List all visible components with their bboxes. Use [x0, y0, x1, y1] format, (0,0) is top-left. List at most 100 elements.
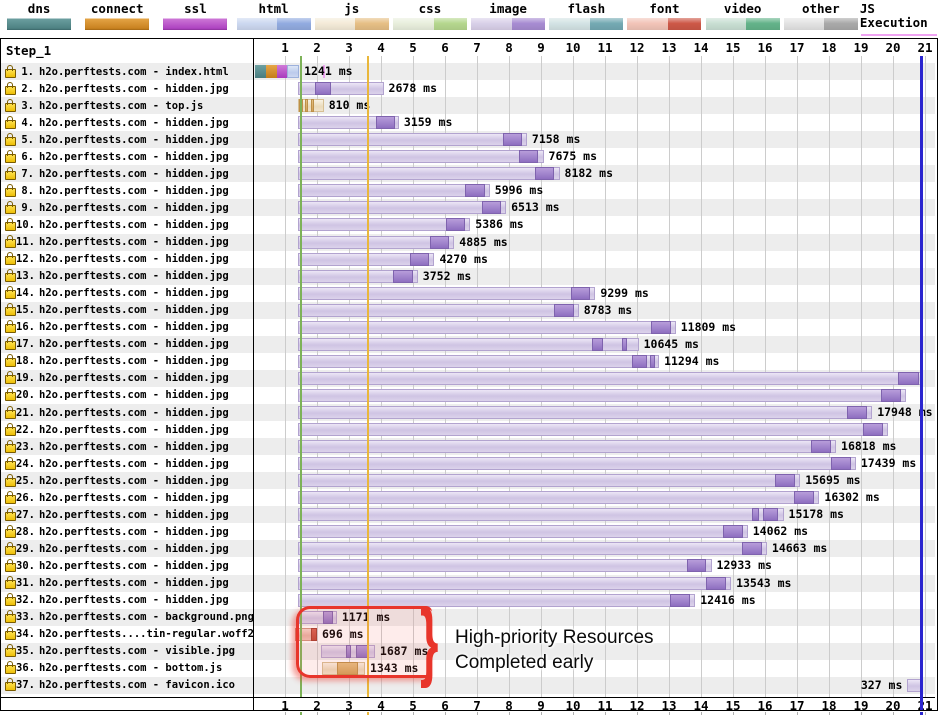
request-row-item[interactable]: 24. h2o.perftests.com - hidden.jpg — [1, 455, 253, 472]
annotation-line-1: High-priority Resources — [455, 626, 654, 648]
request-bar-segment-connect[interactable] — [266, 65, 277, 78]
request-row-item[interactable]: 15. h2o.perftests.com - hidden.jpg — [1, 302, 253, 319]
legend-item-video: video — [704, 0, 782, 36]
request-row-item[interactable]: 8. h2o.perftests.com - hidden.jpg — [1, 182, 253, 199]
request-bar[interactable] — [297, 474, 801, 488]
request-number: 12. — [16, 253, 35, 266]
x-tick-label-bottom: 14 — [693, 697, 709, 713]
request-bar[interactable] — [297, 218, 471, 232]
request-row-item[interactable]: 14. h2o.perftests.com - hidden.jpg — [1, 285, 253, 302]
request-row-item[interactable]: 5. h2o.perftests.com - hidden.jpg — [1, 131, 253, 148]
request-bar[interactable] — [297, 167, 560, 181]
request-row-item[interactable]: 6. h2o.perftests.com - hidden.jpg — [1, 148, 253, 165]
request-row-item[interactable]: 18. h2o.perftests.com - hidden.jpg — [1, 353, 253, 370]
request-number: 36. — [16, 662, 35, 675]
request-row-item[interactable]: 28. h2o.perftests.com - hidden.jpg — [1, 523, 253, 540]
request-row-item[interactable]: 9. h2o.perftests.com - hidden.jpg — [1, 199, 253, 216]
x-tick-label-top: 13 — [661, 40, 677, 55]
request-row-item[interactable]: 33. h2o.perftests.com - background.png — [1, 609, 254, 626]
request-bar[interactable] — [297, 508, 784, 522]
request-row-item[interactable]: 19. h2o.perftests.com - hidden.jpg — [1, 370, 253, 387]
request-bar[interactable] — [297, 371, 924, 385]
request-row-item[interactable]: 32. h2o.perftests.com - hidden.jpg — [1, 592, 253, 609]
request-row-item[interactable]: 1. h2o.perftests.com - index.html — [1, 63, 253, 80]
request-row-item[interactable]: 20. h2o.perftests.com - hidden.jpg — [1, 387, 253, 404]
lock-icon — [5, 320, 16, 334]
request-row-item[interactable]: 11. h2o.perftests.com - hidden.jpg — [1, 234, 253, 251]
request-url-label: h2o.perftests.com - hidden.jpg — [39, 321, 229, 334]
request-row-item[interactable]: 21. h2o.perftests.com - hidden.jpg — [1, 404, 253, 421]
request-bar[interactable] — [297, 423, 889, 437]
request-row-item[interactable]: 23. h2o.perftests.com - hidden.jpg — [1, 438, 253, 455]
request-row-item[interactable]: 7. h2o.perftests.com - hidden.jpg — [1, 165, 253, 182]
request-row-item[interactable]: 22. h2o.perftests.com - hidden.jpg — [1, 421, 253, 438]
x-tick-label-bottom: 6 — [441, 697, 449, 713]
request-duration-label: 15178 ms — [788, 507, 844, 522]
request-duration-label: 14663 ms — [771, 541, 828, 556]
request-bar[interactable] — [297, 576, 732, 590]
request-bar-download-segment — [632, 354, 647, 368]
request-bar[interactable] — [297, 303, 579, 317]
request-bar[interactable] — [297, 354, 660, 368]
request-number: 4. — [21, 116, 34, 129]
lock-icon — [5, 217, 16, 231]
request-bar[interactable] — [297, 525, 748, 539]
legend-swatch-flash — [549, 18, 624, 30]
request-bar-download-segment — [830, 457, 851, 471]
request-row-item[interactable]: 25. h2o.perftests.com - hidden.jpg — [1, 472, 253, 489]
legend-swatch-half — [433, 18, 467, 30]
legend-item-flash: flash — [547, 0, 625, 36]
request-bar[interactable] — [297, 150, 544, 164]
legend-swatch-js — [314, 18, 389, 30]
request-bar[interactable] — [297, 406, 873, 419]
request-bar-download-segment — [315, 82, 332, 96]
request-bar[interactable] — [297, 184, 490, 198]
request-row-item[interactable]: 34. h2o.perftests....tin-regular.woff2 — [1, 626, 254, 643]
request-row-item[interactable]: 4. h2o.perftests.com - hidden.jpg — [1, 114, 253, 131]
request-bar[interactable] — [297, 286, 596, 300]
request-row-item[interactable]: 16. h2o.perftests.com - hidden.jpg — [1, 319, 253, 336]
request-bar-segment-html[interactable] — [286, 65, 300, 78]
request-bar[interactable] — [297, 559, 712, 573]
request-bar[interactable] — [297, 201, 507, 215]
request-row-item[interactable]: 30. h2o.perftests.com - hidden.jpg — [1, 557, 253, 574]
x-tick-label-top: 5 — [409, 40, 417, 55]
request-row-item[interactable]: 35. h2o.perftests.com - visible.jpg — [1, 643, 253, 660]
request-row-item[interactable]: 17. h2o.perftests.com - hidden.jpg — [1, 336, 253, 353]
request-row-item[interactable]: 3. h2o.perftests.com - top.js — [1, 97, 253, 114]
request-row-item[interactable]: 27. h2o.perftests.com - hidden.jpg — [1, 506, 253, 523]
request-bar-download-segment — [554, 303, 574, 317]
request-row-item[interactable]: 26. h2o.perftests.com - hidden.jpg — [1, 489, 253, 506]
request-number: 20. — [16, 389, 35, 402]
request-row-item[interactable]: 13. h2o.perftests.com - hidden.jpg — [1, 268, 253, 285]
request-row-item[interactable]: 2. h2o.perftests.com - hidden.jpg — [1, 80, 253, 97]
x-tick-label-bottom: 5 — [409, 697, 417, 713]
request-row-item[interactable]: 29. h2o.perftests.com - hidden.jpg — [1, 540, 253, 557]
request-url-label: h2o.perftests....tin-regular.woff2 — [39, 628, 254, 641]
request-row-item[interactable]: 12. h2o.perftests.com - hidden.jpg — [1, 251, 253, 268]
x-tick-label-bottom: 4 — [377, 697, 385, 713]
request-bar-segment-ssl[interactable] — [277, 65, 287, 78]
lock-icon — [5, 115, 16, 129]
request-bar[interactable] — [297, 388, 906, 402]
legend-swatch-dns — [7, 18, 72, 30]
request-bar[interactable] — [297, 320, 676, 334]
request-row-item[interactable]: 10. h2o.perftests.com - hidden.jpg — [1, 216, 253, 233]
request-row-item[interactable]: 31. h2o.perftests.com - hidden.jpg — [1, 575, 253, 592]
legend-swatch-half — [668, 18, 702, 30]
lock-icon — [5, 661, 16, 675]
request-bar-download-segment — [670, 593, 691, 607]
request-bar[interactable] — [297, 82, 384, 96]
request-bar[interactable] — [297, 593, 696, 607]
request-bar[interactable] — [297, 133, 527, 147]
request-bar[interactable] — [297, 491, 820, 505]
request-row-item[interactable]: 36. h2o.perftests.com - bottom.js — [1, 660, 253, 677]
request-number: 10. — [16, 218, 35, 231]
request-bar[interactable] — [297, 440, 837, 454]
request-bar-segment-dns[interactable] — [254, 65, 267, 78]
x-tick-label-top: 11 — [597, 40, 613, 55]
request-bar[interactable] — [297, 457, 856, 471]
request-row-item[interactable]: 37. h2o.perftests.com - favicon.ico — [1, 677, 253, 694]
request-url-label: h2o.perftests.com - hidden.jpg — [39, 304, 229, 317]
request-bar[interactable] — [297, 337, 639, 351]
